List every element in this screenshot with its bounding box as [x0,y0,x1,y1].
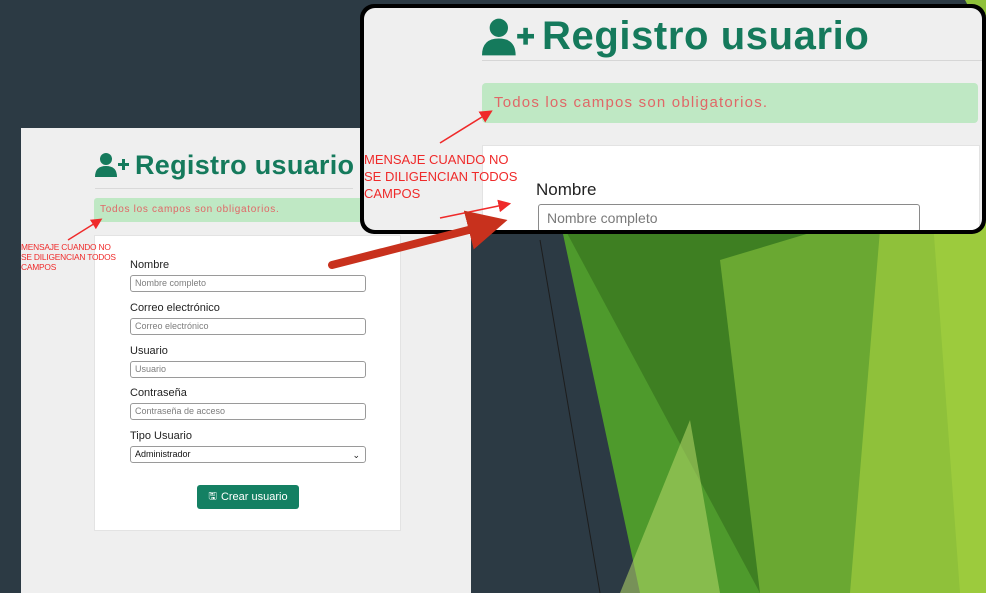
crear-usuario-button[interactable]: 🖫 Crear usuario [197,485,299,509]
contrasena-input[interactable]: Contraseña de acceso [130,403,366,420]
zoom-nombre-input[interactable]: Nombre completo [538,204,920,230]
title-divider [95,188,353,189]
zoom-page-title: Registro usuario [482,14,869,59]
user-plus-icon [95,153,129,177]
tipo-usuario-select[interactable]: Administrador ⌄ [130,446,366,463]
user-plus-icon [482,18,534,55]
annotation-line-2: SE DILIGENCIAN TODOS [21,252,116,262]
registration-form: Nombre Nombre completo Correo electrónic… [94,235,401,531]
zoom-callout: Registro usuario Todos los campos son ob… [360,4,986,234]
nombre-input[interactable]: Nombre completo [130,275,366,292]
zoom-annotation-note: MENSAJE CUANDO NO SE DILIGENCIAN TODOS C… [364,151,539,202]
usuario-label: Usuario [130,345,168,357]
zoom-nombre-label: Nombre [536,180,597,199]
tipo-usuario-value: Administrador [135,449,191,459]
annotation-line-3: CAMPOS [21,262,57,272]
annotation-line-1: MENSAJE CUANDO NO [21,242,111,252]
save-icon: 🖫 [208,490,217,502]
chevron-down-icon: ⌄ [352,450,360,460]
zoom-annotation-line-3: CAMPOS [364,186,421,201]
annotation-note: MENSAJE CUANDO NO SE DILIGENCIAN TODOS C… [21,242,161,272]
tipo-usuario-label: Tipo Usuario [130,430,192,442]
zoom-page-title-text: Registro usuario [542,14,870,58]
zoom-annotation-line-2: SE DILIGENCIAN TODOS [364,169,518,184]
crear-usuario-label: Crear usuario [220,491,288,503]
zoom-annotation-line-1: MENSAJE CUANDO NO [364,152,509,167]
correo-label: Correo electrónico [130,302,220,314]
correo-input[interactable]: Correo electrónico [130,318,366,335]
page-title-text: Registro usuario [135,149,355,180]
contrasena-label: Contraseña [130,387,187,399]
zoom-validation-alert: Todos los campos son obligatorios. [482,83,978,123]
usuario-input[interactable]: Usuario [130,361,366,378]
zoom-title-divider [482,60,982,61]
page-title: Registro usuario [95,148,354,182]
validation-alert: Todos los campos son obligatorios. [94,198,364,222]
